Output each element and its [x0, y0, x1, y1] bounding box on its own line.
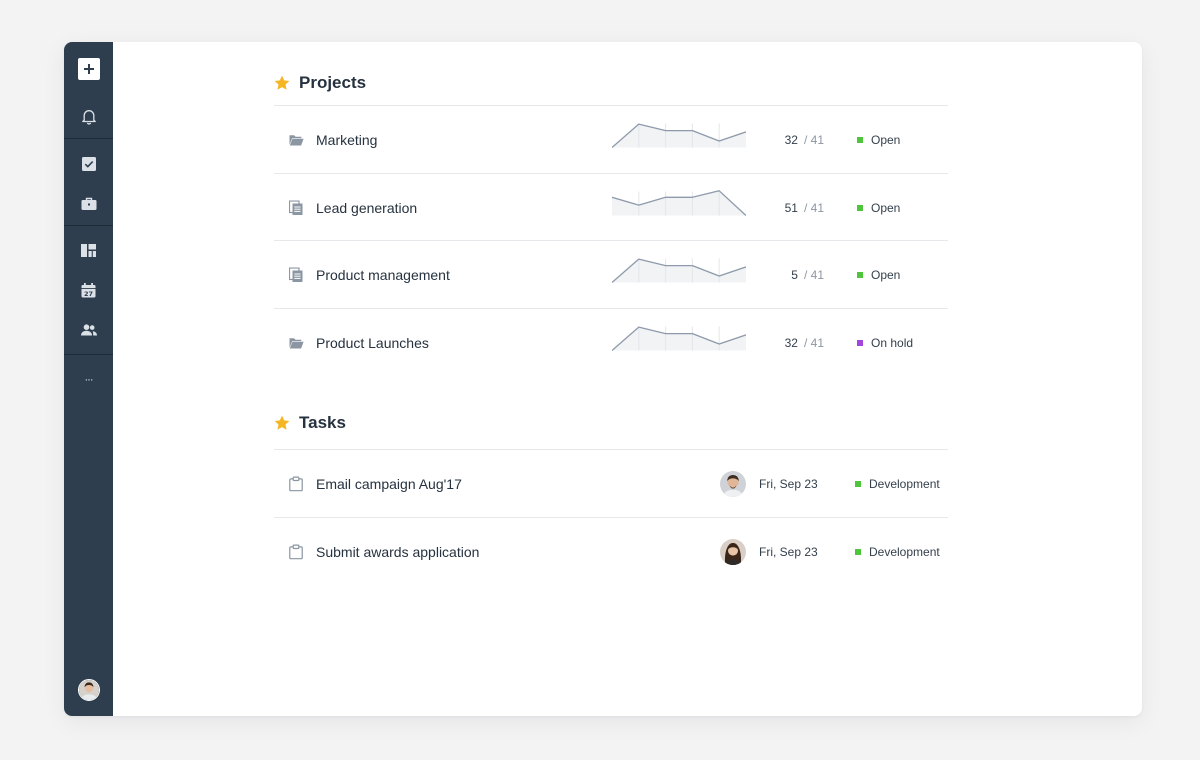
task-due-date: Fri, Sep 23 — [759, 545, 818, 559]
task-name: Email campaign Aug'17 — [316, 476, 462, 492]
status-badge: Open — [857, 268, 900, 282]
section-title-tasks: Tasks — [299, 413, 346, 432]
folder-icon — [289, 134, 304, 146]
task-row[interactable]: Submit awards application Fri, Sep 23 Deve… — [274, 518, 948, 586]
project-trend-sparkline — [611, 122, 747, 159]
sidebar-item-projects[interactable] — [64, 190, 113, 218]
dashboard-icon — [81, 243, 96, 257]
status-badge: Development — [855, 477, 940, 491]
clipboard-icon — [289, 476, 303, 492]
project-name: Lead generation — [316, 200, 418, 216]
project-count-done: 51 — [784, 201, 798, 215]
notifications-button[interactable] — [64, 102, 113, 130]
status-label: Open — [871, 201, 901, 215]
status-badge: Open — [857, 201, 900, 215]
project-count-total: / 41 — [803, 133, 824, 147]
project-row[interactable]: Product management 5 / 41 Open — [274, 241, 948, 309]
tasks-header: Tasks — [274, 413, 346, 433]
status-label: Open — [871, 268, 901, 282]
project-trend-sparkline — [611, 190, 747, 227]
status-label: Open — [871, 133, 901, 147]
project-name: Product management — [316, 267, 450, 283]
avatar — [77, 679, 100, 701]
pages-icon — [289, 267, 303, 283]
people-icon — [80, 324, 97, 336]
project-count-done: 32 — [784, 133, 798, 147]
sidebar-item-dashboard[interactable] — [64, 236, 113, 264]
project-row[interactable]: Lead generation 51 / 41 Open — [274, 174, 948, 242]
project-count-total: / 41 — [803, 201, 824, 215]
sidebar: 27 ··· — [64, 42, 113, 716]
add-button[interactable] — [64, 56, 113, 82]
checkbox-icon — [81, 157, 96, 171]
status-label: Development — [869, 545, 940, 559]
project-row[interactable]: Marketing 32 / 41 Open — [274, 106, 948, 174]
project-count-total: / 41 — [803, 336, 824, 350]
sidebar-item-team[interactable] — [64, 316, 113, 344]
project-count-done: 5 — [791, 268, 798, 282]
task-due-date: Fri, Sep 23 — [759, 477, 818, 491]
assignee-avatar[interactable] — [720, 471, 746, 497]
project-count: 5 / 41 — [744, 268, 824, 282]
section-title-projects: Projects — [299, 73, 367, 92]
status-label: Development — [869, 477, 940, 491]
bell-icon — [81, 109, 96, 125]
projects-header: Projects — [274, 73, 366, 93]
folder-icon — [289, 337, 304, 349]
status-dot — [857, 340, 863, 346]
briefcase-icon — [81, 197, 96, 210]
clipboard-icon — [289, 544, 303, 560]
status-dot — [857, 137, 863, 143]
sidebar-item-tasks[interactable] — [64, 150, 113, 178]
user-avatar-button[interactable] — [64, 678, 113, 702]
status-dot — [857, 272, 863, 278]
status-dot — [857, 205, 863, 211]
project-row[interactable]: Product Launches 32 / 41 On hold — [274, 309, 948, 377]
project-name: Marketing — [316, 132, 378, 148]
project-trend-sparkline — [611, 325, 747, 362]
app-window: 27 ··· Projects Marketing 32 / 41 Open L… — [64, 42, 1142, 716]
project-count-done: 32 — [784, 336, 798, 350]
project-count-total: / 41 — [803, 268, 824, 282]
star-icon — [274, 415, 290, 430]
calendar-icon: 27 — [81, 282, 96, 297]
calendar-day-label: 27 — [84, 289, 93, 297]
status-badge: On hold — [857, 336, 913, 350]
project-trend-sparkline — [611, 257, 747, 294]
task-row[interactable]: Email campaign Aug'17 Fri, Sep 23 Developm… — [274, 450, 948, 518]
plus-icon — [77, 58, 100, 80]
status-badge: Open — [857, 133, 900, 147]
project-count: 32 / 41 — [744, 336, 824, 350]
status-dot — [855, 481, 861, 487]
project-count: 32 / 41 — [744, 133, 824, 147]
sidebar-item-calendar[interactable]: 27 — [64, 276, 113, 304]
status-label: On hold — [871, 336, 914, 350]
assignee-avatar[interactable] — [720, 539, 746, 565]
star-icon — [274, 75, 290, 90]
status-dot — [855, 549, 861, 555]
status-badge: Development — [855, 545, 940, 559]
task-name: Submit awards application — [316, 544, 480, 560]
pages-icon — [289, 200, 303, 216]
project-count: 51 / 41 — [744, 201, 824, 215]
more-button[interactable]: ··· — [64, 368, 113, 392]
project-name: Product Launches — [316, 335, 429, 351]
